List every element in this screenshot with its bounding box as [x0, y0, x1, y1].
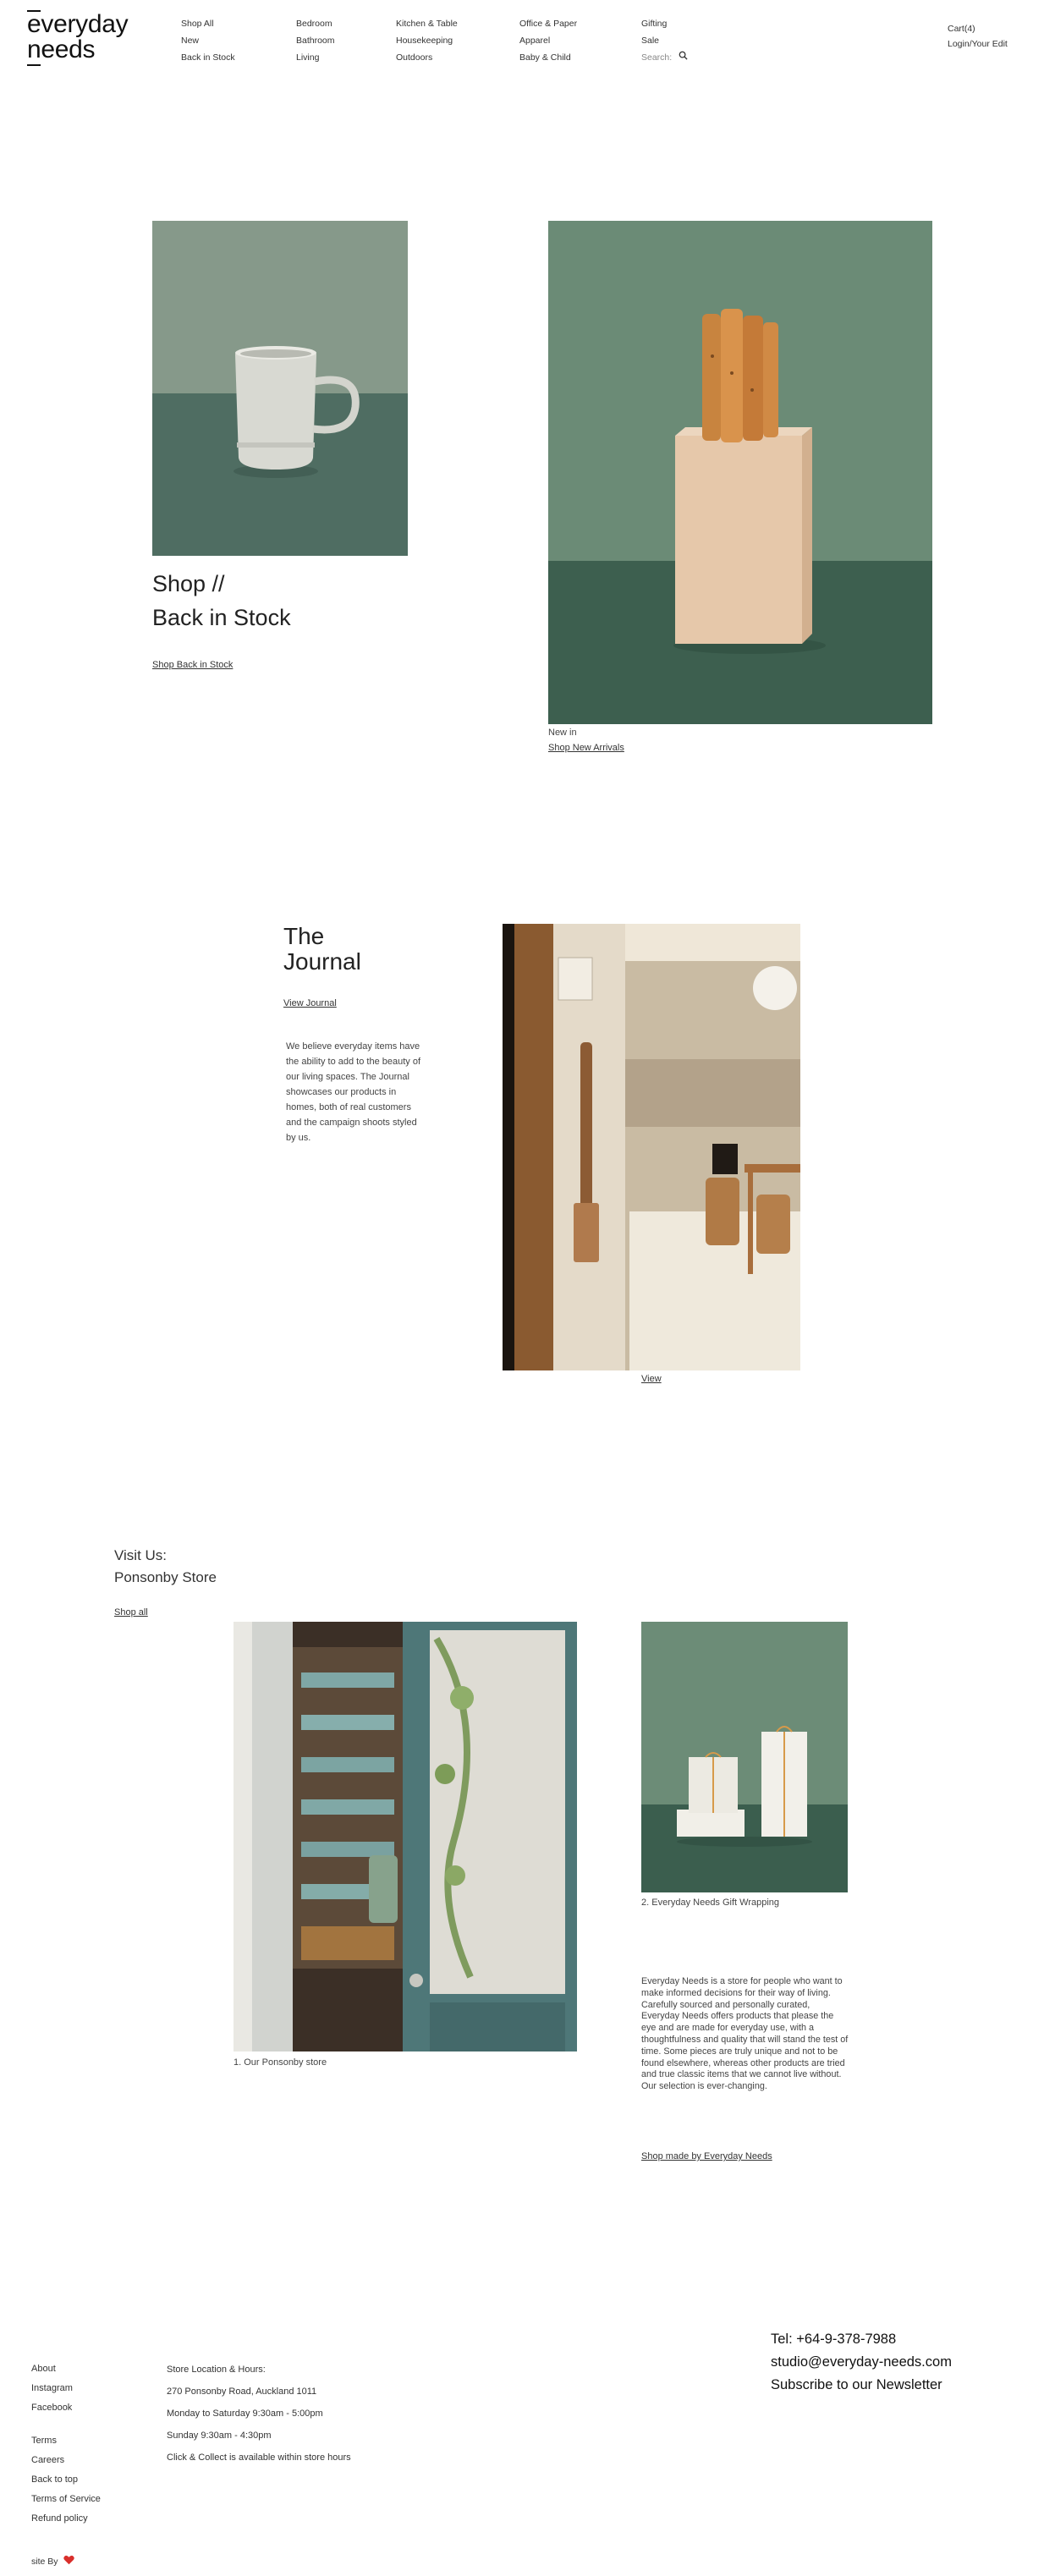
footer-instagram[interactable]: Instagram [31, 2379, 73, 2398]
shop-heading-line-1: Shop // [152, 571, 225, 596]
site-by-label: site By [31, 2556, 58, 2567]
store-hours-sunday: Sunday 9:30am - 4:30pm [167, 2430, 272, 2441]
about-everyday-needs: Everyday Needs is a store for people who… [641, 1976, 849, 2092]
footer-back-to-top[interactable]: Back to top [31, 2470, 101, 2490]
nav-kitchen-table[interactable]: Kitchen & Table [396, 15, 458, 32]
shop-made-by-link[interactable]: Shop made by Everyday Needs [641, 2151, 772, 2161]
nav-back-in-stock[interactable]: Back in Stock [181, 49, 235, 66]
login-link[interactable]: Login/Your Edit [948, 36, 1008, 52]
journal-description: We believe everyday items have the abili… [286, 1041, 421, 1143]
footer-about[interactable]: About [31, 2359, 73, 2379]
ponsonby-store-image[interactable] [234, 1622, 577, 2051]
footer-contact: Tel: +64-9-378-7988 studio@everyday-need… [771, 2328, 952, 2397]
footer-email[interactable]: studio@everyday-needs.com [771, 2351, 952, 2374]
gift-wrapping-image[interactable] [641, 1622, 848, 1892]
nav-column-3: Kitchen & Table Housekeeping Outdoors [396, 15, 458, 66]
store-caption: 1. Our Ponsonby store [234, 2057, 327, 2068]
click-collect-note: Click & Collect is available within stor… [167, 2452, 351, 2463]
site-by-credit[interactable]: site By [31, 2555, 74, 2568]
nav-column-1: Shop All New Back in Stock [181, 15, 235, 66]
nav-housekeeping[interactable]: Housekeeping [396, 32, 458, 49]
journal-view-link[interactable]: View [641, 1374, 662, 1384]
mug-image[interactable] [152, 221, 408, 556]
footer-refund-policy[interactable]: Refund policy [31, 2509, 101, 2529]
nav-outdoors[interactable]: Outdoors [396, 49, 458, 66]
header-account: Cart(4) Login/Your Edit [948, 20, 1008, 52]
nav-column-4: Office & Paper Apparel Baby & Child [519, 15, 577, 66]
footer-newsletter[interactable]: Subscribe to our Newsletter [771, 2374, 952, 2397]
footer-terms[interactable]: Terms [31, 2431, 101, 2451]
view-journal-link[interactable]: View Journal [283, 998, 337, 1008]
logo-bar-bottom [27, 64, 41, 66]
shop-all-link[interactable]: Shop all [114, 1607, 148, 1618]
nav-sale[interactable]: Sale [641, 32, 688, 49]
footer-social-links: About Instagram Facebook [31, 2359, 73, 2418]
shop-heading-line-2: Back in Stock [152, 605, 291, 630]
search-box[interactable]: Search: [641, 49, 688, 66]
search-icon[interactable] [679, 49, 688, 66]
knife-block-image[interactable] [548, 221, 932, 724]
footer-facebook[interactable]: Facebook [31, 2398, 73, 2418]
footer-careers[interactable]: Careers [31, 2451, 101, 2470]
new-in-label: New in [548, 728, 577, 738]
nav-column-2: Bedroom Bathroom Living [296, 15, 335, 66]
nav-office-paper[interactable]: Office & Paper [519, 15, 577, 32]
visit-heading: Visit Us: Ponsonby Store [114, 1545, 217, 1589]
journal-heading: The Journal [283, 924, 361, 975]
visit-heading-line-2: Ponsonby Store [114, 1569, 217, 1585]
journal-heading-line-1: The [283, 923, 325, 949]
footer-tel[interactable]: Tel: +64-9-378-7988 [771, 2328, 952, 2351]
shop-back-in-stock-link[interactable]: Shop Back in Stock [152, 660, 233, 670]
cart-link[interactable]: Cart(4) [948, 20, 1008, 37]
store-hours-weekday: Monday to Saturday 9:30am - 5:00pm [167, 2408, 323, 2419]
nav-column-5: Gifting Sale Search: [641, 15, 688, 66]
brand-line-1: everyday [27, 10, 129, 38]
journal-interior-image[interactable] [503, 924, 800, 1370]
footer-store-info: Store Location & Hours: 270 Ponsonby Roa… [167, 2359, 351, 2469]
journal-heading-line-2: Journal [283, 948, 361, 975]
nav-bedroom[interactable]: Bedroom [296, 15, 335, 32]
footer-terms-of-service[interactable]: Terms of Service [31, 2490, 101, 2509]
nav-baby-child[interactable]: Baby & Child [519, 49, 577, 66]
nav-living[interactable]: Living [296, 49, 335, 66]
nav-gifting[interactable]: Gifting [641, 15, 688, 32]
gift-caption: 2. Everyday Needs Gift Wrapping [641, 1898, 780, 1908]
nav-shop-all[interactable]: Shop All [181, 15, 235, 32]
shop-back-in-stock-heading: Shop // Back in Stock [152, 567, 291, 634]
heart-icon [63, 2555, 74, 2568]
nav-apparel[interactable]: Apparel [519, 32, 577, 49]
visit-heading-line-1: Visit Us: [114, 1547, 168, 1563]
search-input[interactable]: Search: [641, 49, 672, 66]
nav-bathroom[interactable]: Bathroom [296, 32, 335, 49]
nav-new[interactable]: New [181, 32, 235, 49]
brand-logo[interactable]: everyday needs [27, 10, 129, 63]
footer-legal-links: Terms Careers Back to top Terms of Servi… [31, 2431, 101, 2529]
shop-new-arrivals-link[interactable]: Shop New Arrivals [548, 743, 624, 753]
brand-line-2: needs [27, 36, 96, 63]
store-hours-title: Store Location & Hours: [167, 2365, 266, 2375]
store-address: 270 Ponsonby Road, Auckland 1011 [167, 2387, 317, 2397]
